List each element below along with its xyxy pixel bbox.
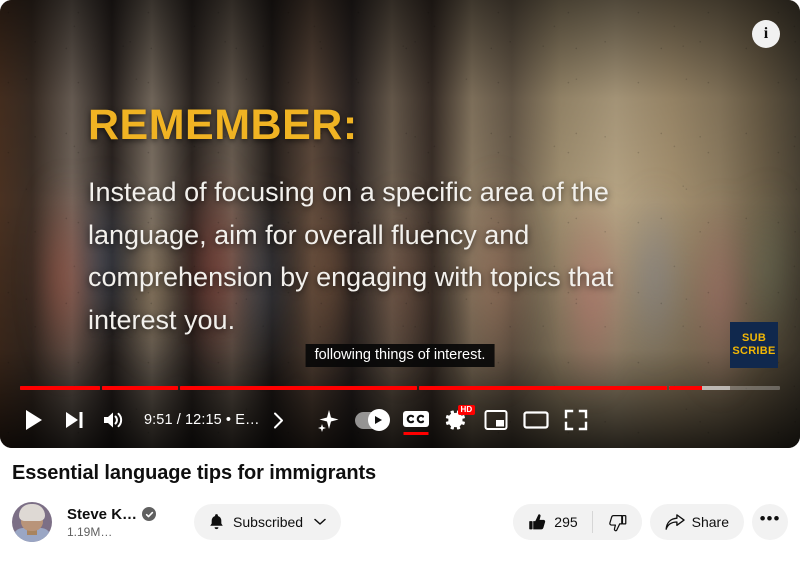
next-video-button[interactable] [54,400,94,440]
subscribe-watermark-line1: SUB [741,331,767,344]
progress-chapter-2[interactable] [101,385,179,390]
share-arrow-icon [665,514,685,530]
dislike-button[interactable] [592,504,642,540]
subscribed-button-label: Subscribed [233,514,304,530]
channel-name[interactable]: Steve K… [67,506,137,523]
chevron-down-icon [314,518,326,525]
closed-caption-text: following things of interest. [305,344,495,367]
control-button-row: 9:51 / 12:15 • E… HD [14,398,786,442]
play-icon [26,410,42,430]
page-title: Essential language tips for immigrants [12,462,377,484]
autoplay-switch-knob [367,409,390,431]
miniplayer-icon [484,410,508,430]
settings-button[interactable]: HD [436,400,476,440]
thumbs-down-icon [608,514,627,531]
progress-played [418,385,667,390]
share-button[interactable]: Share [649,504,744,540]
avatar[interactable] [12,502,52,542]
overlay-heading: REMEMBER: [88,101,358,149]
like-button[interactable]: 295 [513,504,592,540]
more-actions-icon: ••• [759,509,781,528]
channel-and-actions-row: Steve K… 1.19M… Subscribed 295 Share ••• [12,502,788,542]
video-action-buttons: 295 Share ••• [513,504,788,540]
volume-button[interactable] [94,400,134,440]
progress-bar[interactable] [14,383,786,392]
progress-chapter-3[interactable] [180,385,417,390]
video-meta-section: Essential language tips for immigrants S… [0,448,800,542]
progress-chapter-4[interactable] [418,385,667,390]
video-player[interactable]: i REMEMBER: Instead of focusing on a spe… [0,0,800,448]
share-button-label: Share [691,514,729,530]
subscribe-watermark-line2: SCRIBE [732,345,776,357]
closed-captions-icon [402,411,429,427]
info-icon[interactable]: i [752,20,780,48]
volume-icon [104,412,123,428]
sparkle-icon [317,410,339,432]
avatar-hair [19,504,45,521]
verified-badge-icon [142,507,157,521]
progress-played [101,385,179,390]
play-button[interactable] [14,400,54,440]
fullscreen-button[interactable] [556,400,596,440]
captions-active-indicator [403,432,429,435]
progress-played [668,385,703,390]
progress-played [20,385,100,390]
progress-chapter-1[interactable] [20,385,100,390]
quality-badge: HD [458,405,475,415]
ai-sparkle-button[interactable] [308,400,348,440]
chapter-chevron-button[interactable] [266,400,292,440]
theater-mode-button[interactable] [516,400,556,440]
next-track-icon [66,412,83,428]
miniplayer-button[interactable] [476,400,516,440]
thumbs-up-icon [529,513,546,529]
like-dislike-group: 295 [513,504,642,540]
subscribe-watermark[interactable]: SUB SCRIBE [730,322,778,368]
channel-name-row: Steve K… [67,506,157,523]
info-icon-glyph: i [763,25,769,42]
progress-chapter-5[interactable] [668,385,780,390]
autoplay-toggle[interactable] [348,400,396,440]
player-controls: 9:51 / 12:15 • E… HD [0,383,800,448]
fullscreen-icon [564,409,587,431]
autoplay-switch-track[interactable] [354,409,390,431]
more-actions-button[interactable]: ••• [752,504,788,540]
channel-info[interactable]: Steve K… 1.19M… [67,506,157,539]
bell-icon [210,514,223,530]
time-display: 9:51 / 12:15 • E… [144,412,260,428]
theater-mode-icon [523,411,549,429]
autoplay-play-icon [375,416,383,424]
video-overlay-text: REMEMBER: Instead of focusing on a speci… [88,104,708,342]
captions-button[interactable] [396,400,436,440]
chevron-right-icon [274,412,284,428]
overlay-body: Instead of focusing on a specific area o… [88,177,614,335]
like-count: 295 [554,514,578,530]
subscribed-button[interactable]: Subscribed [194,504,342,540]
subscriber-count: 1.19M… [67,524,113,539]
progress-played [180,385,417,390]
checkmark-icon [145,511,153,517]
